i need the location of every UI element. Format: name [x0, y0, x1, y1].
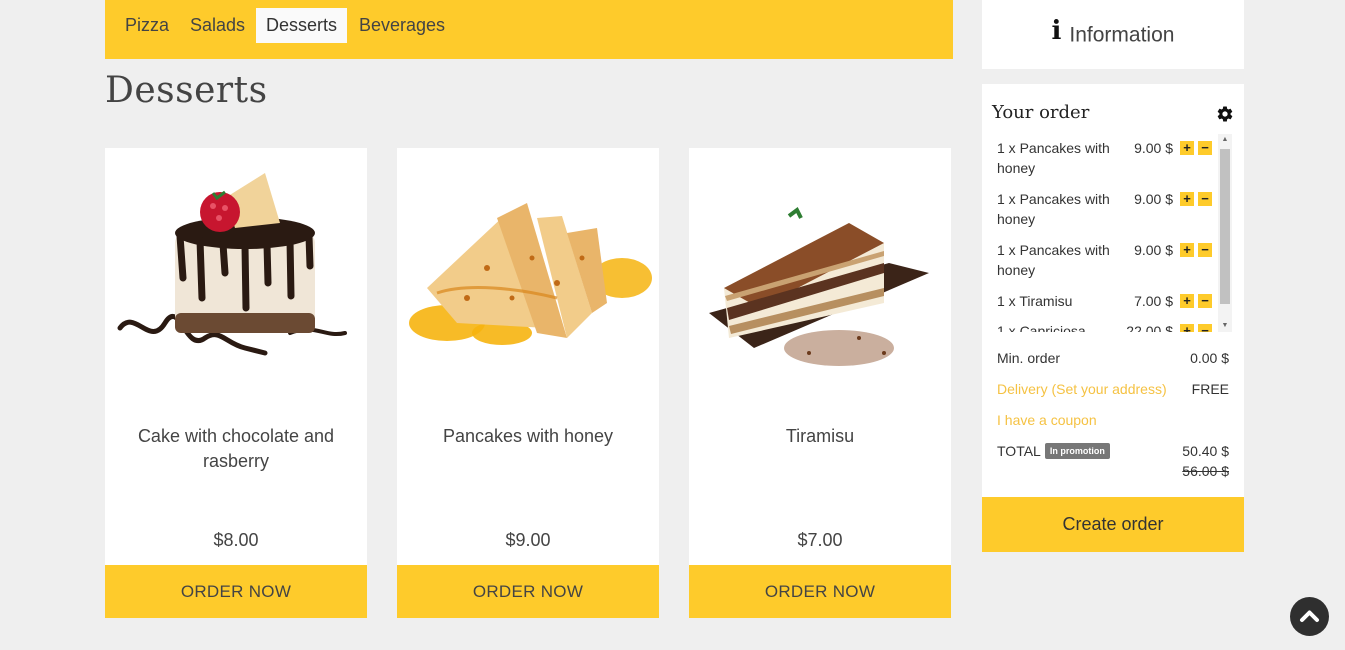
- category-nav: Pizza Salads Desserts Beverages: [105, 0, 953, 59]
- increase-quantity-button[interactable]: +: [1180, 192, 1194, 206]
- scrollbar-thumb[interactable]: [1220, 149, 1230, 304]
- decrease-quantity-button[interactable]: −: [1198, 192, 1212, 206]
- product-price: $7.00: [797, 530, 843, 550]
- decrease-quantity-button[interactable]: −: [1198, 294, 1212, 308]
- order-item-name: 1 x Capriciosa: [997, 323, 1086, 332]
- min-order-label: Min. order: [997, 350, 1061, 366]
- order-item-price: 22.00 $: [1126, 323, 1173, 332]
- information-label: Information: [1069, 23, 1175, 47]
- tab-pizza[interactable]: Pizza: [115, 8, 179, 43]
- info-icon: i: [1051, 16, 1062, 47]
- total-label: TOTAL: [997, 443, 1041, 459]
- increase-quantity-button[interactable]: +: [1180, 243, 1194, 257]
- total-old-value: 56.00 $: [1182, 463, 1229, 479]
- pancakes-image[interactable]: [397, 148, 659, 408]
- chevron-up-icon: [1300, 610, 1319, 622]
- scroll-down-icon[interactable]: ▼: [1218, 320, 1232, 332]
- tab-desserts[interactable]: Desserts: [256, 8, 347, 43]
- order-items-list[interactable]: 1 x Pancakes with honey 9.00 $ + − 1 x P…: [992, 134, 1232, 332]
- order-item-name: 1 x Pancakes with honey: [997, 242, 1110, 278]
- order-item-price: 9.00 $: [1134, 191, 1173, 207]
- cake-image[interactable]: [105, 148, 367, 408]
- coupon-link[interactable]: I have a coupon: [997, 412, 1097, 428]
- scroll-up-icon[interactable]: ▲: [1218, 134, 1232, 146]
- product-card: Cake with chocolate and rasberry $8.00 O…: [105, 148, 367, 618]
- product-price: $9.00: [505, 530, 551, 550]
- total-value: 50.40 $: [1182, 443, 1229, 459]
- order-panel: Your order 1 x Pancakes with honey 9.00 …: [982, 84, 1244, 497]
- product-name: Pancakes with honey: [442, 426, 614, 446]
- delivery-value: FREE: [1191, 381, 1229, 397]
- create-order-button[interactable]: Create order: [982, 497, 1244, 552]
- product-name: Tiramisu: [785, 426, 855, 446]
- order-item-price: 7.00 $: [1134, 293, 1173, 309]
- order-now-button[interactable]: ORDER NOW: [689, 565, 951, 618]
- product-name: Cake with chocolate and rasberry: [137, 426, 335, 471]
- increase-quantity-button[interactable]: +: [1180, 294, 1194, 308]
- product-card: Pancakes with honey $9.00 ORDER NOW: [397, 148, 659, 618]
- gear-icon[interactable]: [1216, 105, 1234, 123]
- order-item-name: 1 x Pancakes with honey: [997, 191, 1110, 227]
- product-card: Tiramisu $7.00 ORDER NOW: [689, 148, 951, 618]
- page-title: Desserts: [105, 70, 268, 111]
- order-item-price: 9.00 $: [1134, 242, 1173, 258]
- delivery-address-link[interactable]: Delivery (Set your address): [997, 381, 1167, 397]
- order-item-price: 9.00 $: [1134, 140, 1173, 156]
- order-item-name: 1 x Tiramisu: [997, 293, 1073, 309]
- promotion-badge: In promotion: [1044, 443, 1110, 459]
- tab-beverages[interactable]: Beverages: [349, 8, 455, 43]
- information-panel[interactable]: i Information: [982, 0, 1244, 69]
- order-now-button[interactable]: ORDER NOW: [105, 565, 367, 618]
- decrease-quantity-button[interactable]: −: [1198, 324, 1212, 332]
- order-title: Your order: [992, 102, 1090, 123]
- product-price: $8.00: [213, 530, 259, 550]
- order-item-name: 1 x Pancakes with honey: [997, 140, 1110, 176]
- decrease-quantity-button[interactable]: −: [1198, 243, 1212, 257]
- order-now-button[interactable]: ORDER NOW: [397, 565, 659, 618]
- tiramisu-image[interactable]: [689, 148, 951, 408]
- increase-quantity-button[interactable]: +: [1180, 324, 1194, 332]
- scroll-to-top-button[interactable]: [1290, 597, 1329, 636]
- increase-quantity-button[interactable]: +: [1180, 141, 1194, 155]
- decrease-quantity-button[interactable]: −: [1198, 141, 1212, 155]
- order-items-scrollbar[interactable]: ▲ ▼: [1218, 134, 1232, 332]
- min-order-value: 0.00 $: [1190, 350, 1229, 366]
- tab-salads[interactable]: Salads: [180, 8, 255, 43]
